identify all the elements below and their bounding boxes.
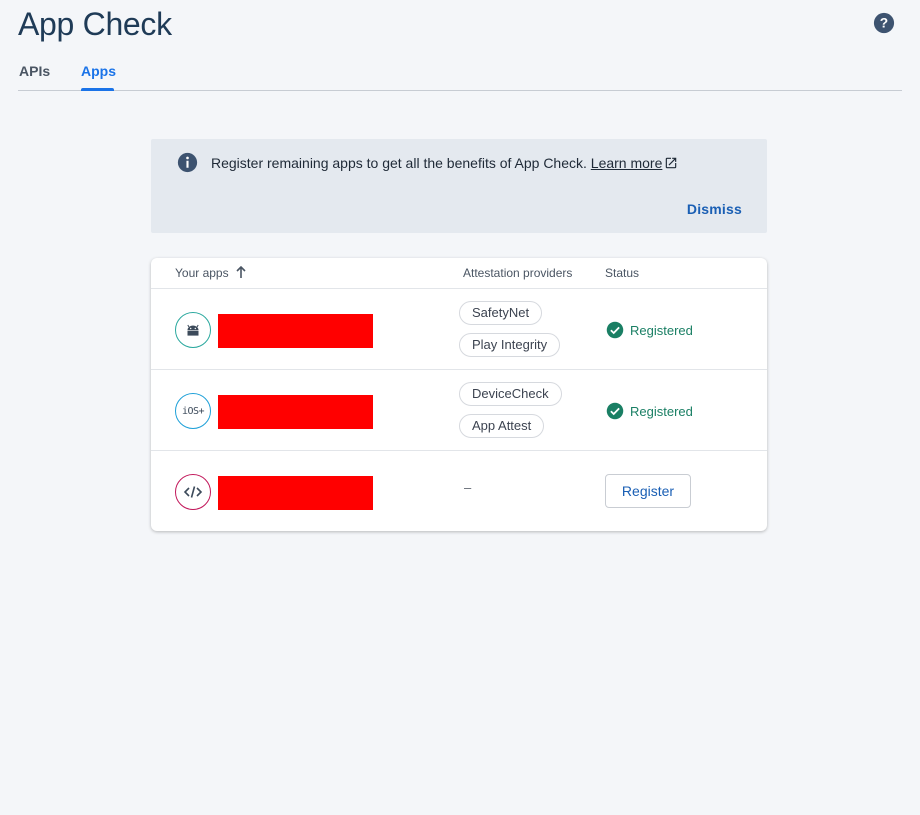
code-icon (175, 474, 211, 510)
no-providers-placeholder: – (464, 480, 472, 495)
provider-chip: SafetyNet (459, 301, 543, 325)
status-text: Registered (630, 403, 693, 419)
table-header: Your apps Attestation providers Status (151, 258, 767, 289)
learn-more-link[interactable]: Learn more (591, 155, 663, 171)
android-icon (175, 312, 211, 348)
svg-text:?: ? (880, 16, 888, 31)
tab-apps[interactable]: Apps (81, 63, 116, 79)
check-circle-icon (606, 321, 624, 339)
banner-message-text: Register remaining apps to get all the b… (211, 155, 587, 171)
apps-table: Your apps Attestation providers Status S… (151, 258, 767, 531)
provider-chip: App Attest (459, 414, 545, 438)
status-badge: Registered (606, 402, 693, 420)
status-badge: Registered (606, 321, 693, 339)
column-attestation-providers: Attestation providers (463, 266, 573, 280)
provider-chip: Play Integrity (459, 333, 561, 357)
banner-message: Register remaining apps to get all the b… (211, 155, 678, 171)
check-circle-icon (606, 402, 624, 420)
arrow-up-icon[interactable] (235, 266, 247, 279)
ios-icon-label: iOS+ (181, 405, 205, 417)
redacted-app-name (218, 314, 373, 348)
info-icon (177, 152, 198, 173)
table-row: SafetyNet Play Integrity Registered (151, 289, 767, 370)
page-title: App Check (18, 6, 172, 42)
ios-icon: iOS+ (175, 393, 211, 429)
page-header: App Check (18, 4, 902, 44)
help-circle-icon[interactable]: ? (873, 12, 895, 34)
redacted-app-name (218, 476, 373, 510)
external-link-icon[interactable] (664, 156, 678, 170)
table-row: – Register (151, 451, 767, 531)
tab-bar: APIs Apps (18, 56, 902, 91)
info-banner: Register remaining apps to get all the b… (151, 139, 767, 233)
provider-chip: DeviceCheck (459, 382, 562, 406)
register-button[interactable]: Register (605, 474, 691, 508)
redacted-app-name (218, 395, 373, 429)
status-text: Registered (630, 322, 693, 338)
tab-apis[interactable]: APIs (19, 63, 50, 79)
active-tab-indicator (81, 88, 114, 91)
column-your-apps[interactable]: Your apps (175, 266, 229, 280)
column-status: Status (605, 266, 640, 280)
table-row: iOS+ DeviceCheck App Attest Registered (151, 370, 767, 451)
dismiss-button[interactable]: Dismiss (687, 201, 742, 217)
